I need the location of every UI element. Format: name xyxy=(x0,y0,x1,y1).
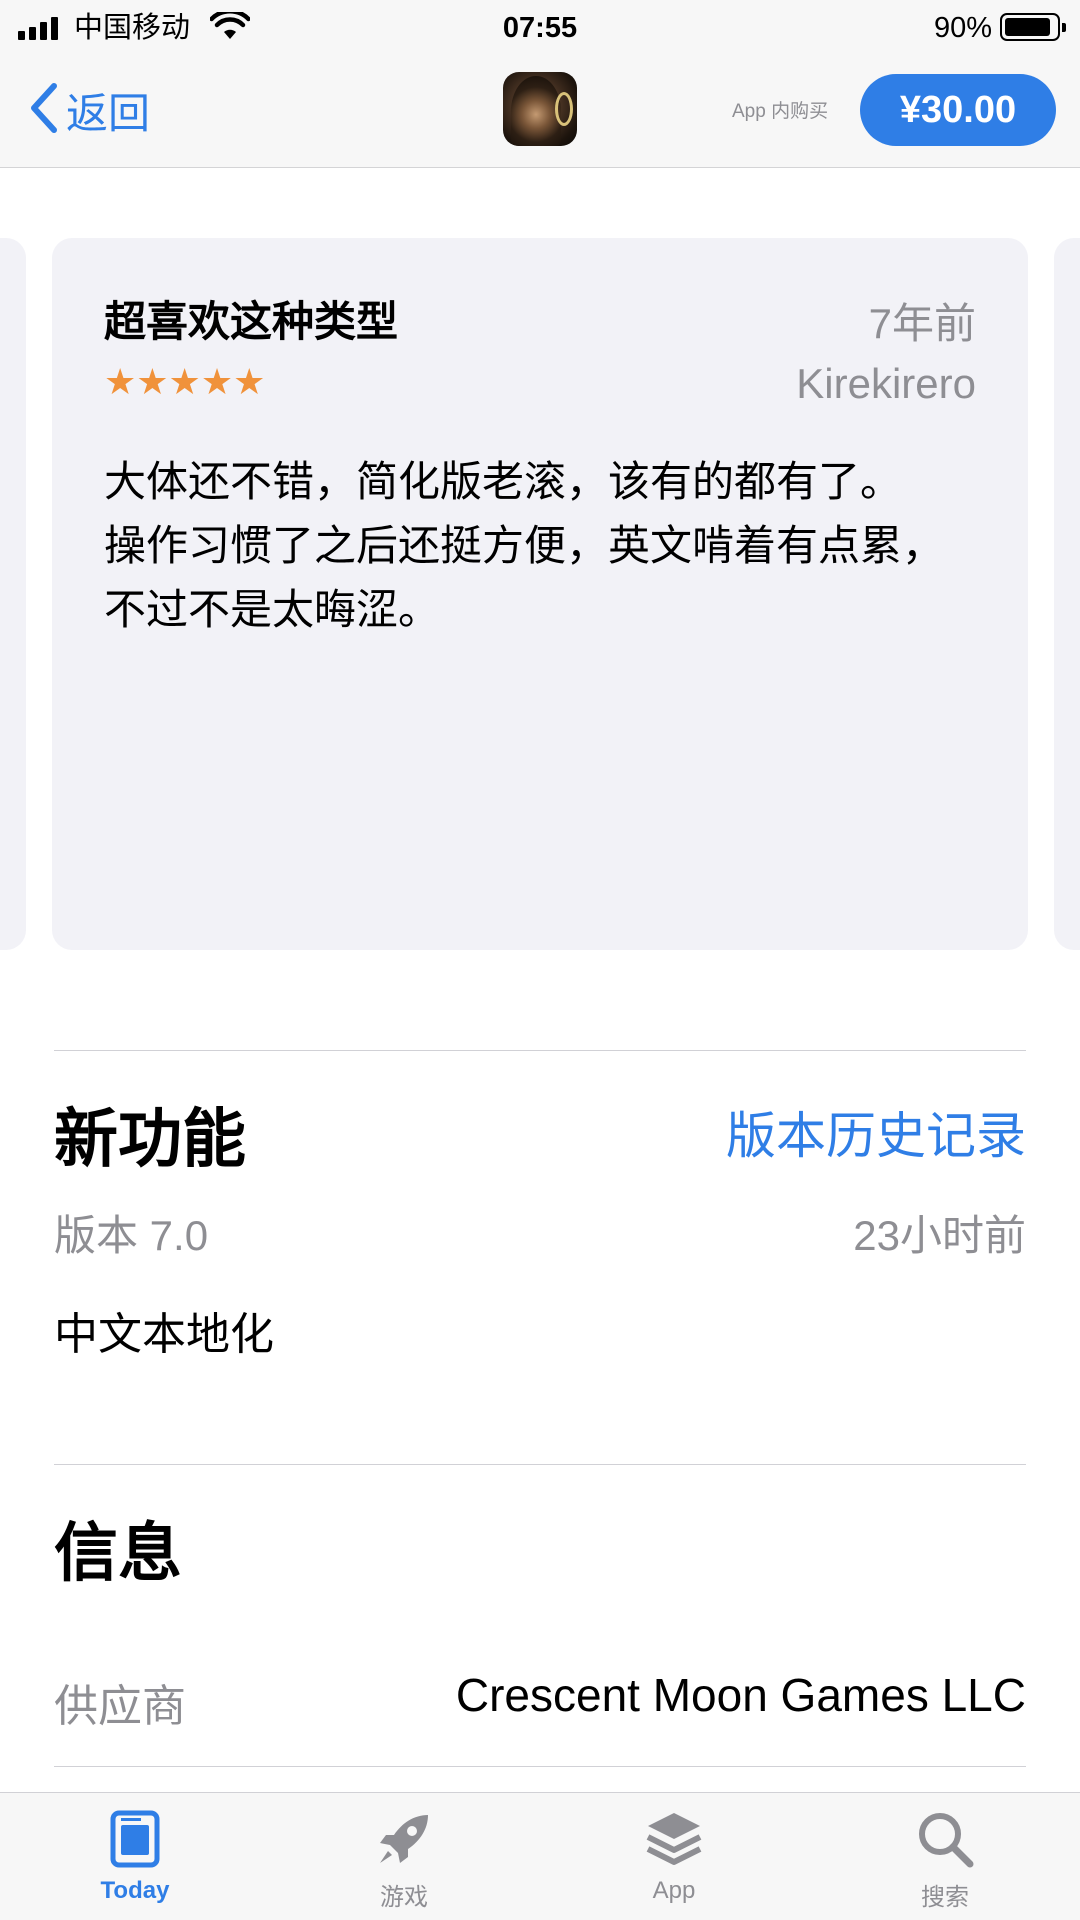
battery-icon xyxy=(1000,13,1066,41)
rocket-icon xyxy=(372,1807,436,1871)
review-body-line: 大体还不错，简化版老滚，该有的都有了。 xyxy=(104,458,903,505)
star-rating-stars: ★★★★★ xyxy=(104,361,266,402)
review-card[interactable]: 超喜欢这种类型 7年前 ★★★★★ Kirekirero 大体还不错，简化版老滚… xyxy=(52,238,1028,950)
section-divider xyxy=(54,1766,1026,1767)
review-author: Kirekirero xyxy=(796,360,976,407)
tab-label: 游戏 xyxy=(380,1884,428,1911)
previous-review-card[interactable] xyxy=(0,238,26,950)
clock: 07:55 xyxy=(502,12,578,44)
layers-icon xyxy=(642,1807,706,1871)
tab-label: 搜索 xyxy=(921,1884,969,1911)
hooded-figure-art xyxy=(511,76,561,146)
tab-label: Today xyxy=(100,1877,170,1904)
app-icon xyxy=(503,72,577,146)
next-review-card[interactable] xyxy=(1054,238,1080,950)
chevron-left-icon xyxy=(28,82,58,139)
section-divider xyxy=(54,1050,1026,1051)
ring-art xyxy=(555,92,573,126)
status-bar: 中国移动 07:55 90% xyxy=(0,0,1080,56)
tab-today[interactable]: Today xyxy=(55,1793,215,1920)
tab-games[interactable]: 游戏 xyxy=(324,1793,484,1920)
review-date: 7年前 xyxy=(868,300,976,347)
tab-apps[interactable]: App xyxy=(594,1793,754,1920)
back-label: 返回 xyxy=(66,89,151,137)
provider-label: 供应商 xyxy=(54,1682,186,1731)
star-rating: ★★★★★ xyxy=(104,362,265,402)
app-detail-page: 中国移动 07:55 90% 返回 App 内购买 ¥30.00 超喜欢这种类型… xyxy=(0,0,1080,1920)
search-icon xyxy=(913,1807,977,1871)
review-title: 超喜欢这种类型 xyxy=(104,298,399,345)
whats-new-title: 新功能 xyxy=(54,1103,246,1175)
navigation-bar: 返回 App 内购买 ¥30.00 xyxy=(0,56,1080,168)
review-body: 大体还不错，简化版老滚，该有的都有了。 操作习惯了之后还挺方便，英文啃着有点累，… xyxy=(104,450,984,642)
version-number: 版本 7.0 xyxy=(54,1212,209,1259)
battery-fill xyxy=(1005,18,1050,36)
tab-bar: Today 游戏 App 搜索 xyxy=(0,1792,1080,1920)
buy-price-button[interactable]: ¥30.00 xyxy=(860,74,1056,146)
info-title: 信息 xyxy=(54,1517,182,1589)
back-button[interactable]: 返回 xyxy=(28,78,150,142)
section-divider xyxy=(54,1464,1026,1465)
tab-label: App xyxy=(652,1877,696,1904)
version-release-time: 23小时前 xyxy=(853,1212,1026,1259)
in-app-purchase-label: App 内购买 xyxy=(732,101,829,122)
today-icon xyxy=(103,1807,167,1871)
provider-value: Crescent Moon Games LLC xyxy=(455,1669,1026,1721)
version-history-link[interactable]: 版本历史记录 xyxy=(726,1096,1026,1168)
review-body-line: 操作习惯了之后还挺方便，英文啃着有点累，不过不是太晦涩。 xyxy=(104,522,945,633)
battery-percent: 90% xyxy=(933,12,992,44)
tab-search[interactable]: 搜索 xyxy=(865,1793,1025,1920)
release-notes: 中文本地化 xyxy=(54,1310,274,1359)
